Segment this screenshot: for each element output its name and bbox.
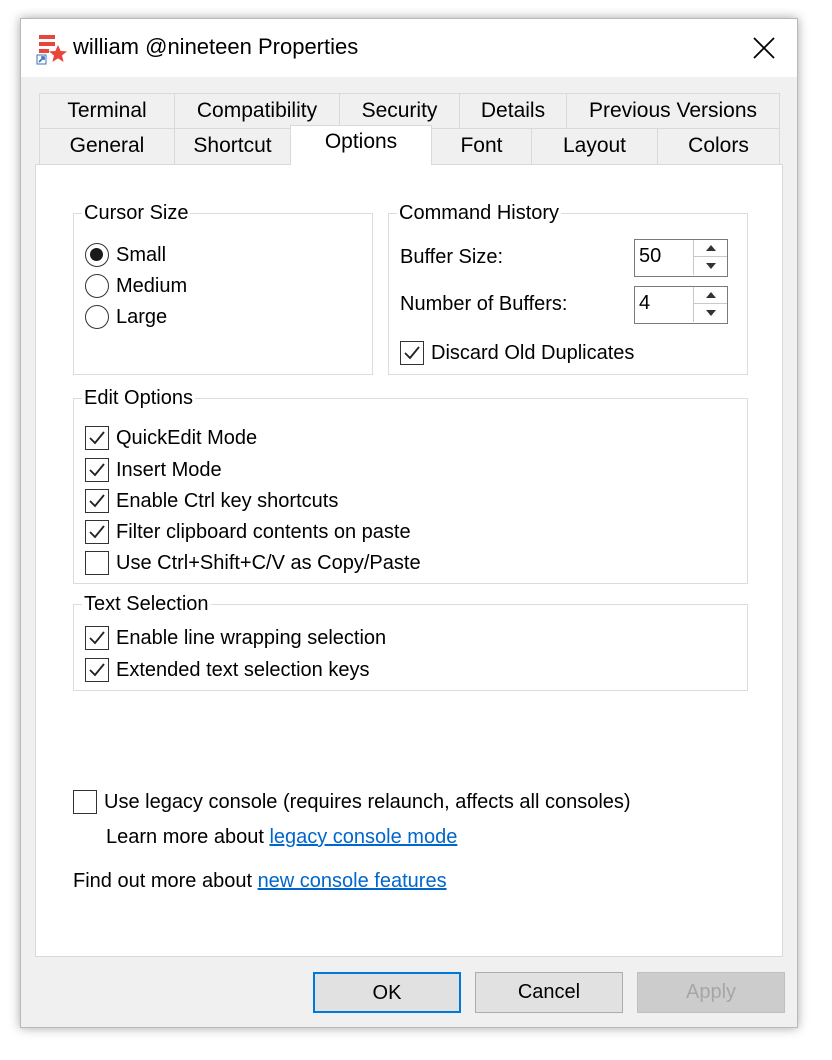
- num-buffers-label: Number of Buffers:: [400, 293, 568, 315]
- line-wrap-selection-checkbox[interactable]: Enable line wrapping selection: [85, 624, 386, 652]
- find-more-line: Find out more about new console features: [73, 870, 447, 893]
- properties-dialog: william @nineteen Properties Terminal Co…: [20, 18, 798, 1028]
- tab-previous-versions[interactable]: Previous Versions: [566, 93, 780, 129]
- checkmark-icon: [89, 431, 105, 445]
- checkbox[interactable]: [85, 626, 109, 650]
- window-title: william @nineteen Properties: [73, 34, 359, 59]
- buffer-size-value[interactable]: 50: [639, 245, 661, 268]
- checkbox-label: Use Ctrl+Shift+C/V as Copy/Paste: [116, 551, 421, 574]
- buffer-size-spinner[interactable]: 50: [634, 239, 728, 277]
- checkmark-icon: [404, 346, 420, 360]
- radio-small[interactable]: Small: [85, 241, 166, 269]
- checkbox[interactable]: [85, 658, 109, 682]
- text-selection-group: Text Selection Enable line wrapping sele…: [73, 591, 748, 691]
- checkmark-icon: [89, 463, 105, 477]
- up-arrow-icon: [705, 292, 716, 298]
- cursor-size-group: Cursor Size Small Medium Large: [73, 200, 373, 375]
- checkmark-icon: [89, 631, 105, 645]
- cancel-button[interactable]: Cancel: [475, 972, 623, 1013]
- new-console-features-link[interactable]: new console features: [258, 870, 447, 892]
- checkmark-icon: [89, 494, 105, 508]
- checkbox-label: Extended text selection keys: [116, 658, 370, 681]
- checkbox-label: Use legacy console (requires relaunch, a…: [104, 790, 631, 813]
- radio-button[interactable]: [85, 243, 109, 267]
- checkbox[interactable]: [85, 458, 109, 482]
- ctrl-shift-copy-paste-checkbox[interactable]: Use Ctrl+Shift+C/V as Copy/Paste: [85, 549, 421, 577]
- tab-compatibility[interactable]: Compatibility: [174, 93, 340, 129]
- checkbox-label: Discard Old Duplicates: [431, 341, 635, 364]
- discard-duplicates-checkbox[interactable]: Discard Old Duplicates: [400, 339, 634, 367]
- radio-button[interactable]: [85, 274, 109, 298]
- spin-buttons: [693, 287, 727, 322]
- title-bar: william @nineteen Properties: [21, 19, 797, 77]
- increment-button[interactable]: [694, 240, 727, 257]
- ok-button[interactable]: OK: [313, 972, 461, 1013]
- legacy-console-mode-link[interactable]: legacy console mode: [269, 826, 457, 848]
- edit-options-group: Edit Options QuickEdit Mode Insert Mode …: [73, 385, 748, 584]
- checkmark-icon: [89, 525, 105, 539]
- radio-label: Small: [116, 243, 167, 266]
- checkbox[interactable]: [85, 489, 109, 513]
- learn-more-text: Learn more about: [106, 826, 270, 848]
- apply-button[interactable]: Apply: [637, 972, 785, 1013]
- increment-button[interactable]: [694, 287, 727, 304]
- tab-details[interactable]: Details: [459, 93, 567, 129]
- radio-label: Medium: [116, 274, 188, 297]
- close-button[interactable]: [731, 19, 797, 77]
- tab-shortcut[interactable]: Shortcut: [174, 128, 291, 165]
- checkbox-label: Enable Ctrl key shortcuts: [116, 489, 339, 512]
- tab-colors[interactable]: Colors: [657, 128, 780, 165]
- quickedit-checkbox[interactable]: QuickEdit Mode: [85, 424, 257, 452]
- command-history-group: Command History Buffer Size: 50 Number o…: [388, 200, 748, 375]
- options-panel: Cursor Size Small Medium Large Command H…: [35, 164, 783, 957]
- checkbox[interactable]: [85, 426, 109, 450]
- tab-security[interactable]: Security: [339, 93, 460, 129]
- checkbox-label: QuickEdit Mode: [116, 426, 258, 449]
- close-icon: [753, 37, 775, 59]
- decrement-button[interactable]: [694, 257, 727, 274]
- radio-large[interactable]: Large: [85, 303, 167, 331]
- find-more-text: Find out more about: [73, 870, 258, 892]
- checkbox[interactable]: [85, 520, 109, 544]
- edit-options-legend: Edit Options: [82, 385, 195, 411]
- spin-buttons: [693, 240, 727, 275]
- up-arrow-icon: [705, 245, 716, 251]
- down-arrow-icon: [705, 309, 716, 316]
- ctrl-shortcuts-checkbox[interactable]: Enable Ctrl key shortcuts: [85, 487, 338, 515]
- buffer-size-label: Buffer Size:: [400, 246, 504, 268]
- tab-general[interactable]: General: [39, 128, 175, 165]
- checkbox[interactable]: [73, 790, 97, 814]
- num-buffers-value[interactable]: 4: [639, 292, 650, 315]
- checkbox-label: Insert Mode: [116, 458, 222, 481]
- extended-selection-keys-checkbox[interactable]: Extended text selection keys: [85, 656, 369, 684]
- radio-button[interactable]: [85, 305, 109, 329]
- checkbox-label: Enable line wrapping selection: [116, 626, 387, 649]
- legacy-console-checkbox[interactable]: Use legacy console (requires relaunch, a…: [73, 788, 631, 816]
- insert-mode-checkbox[interactable]: Insert Mode: [85, 456, 222, 484]
- checkbox-label: Filter clipboard contents on paste: [116, 520, 411, 543]
- cursor-size-legend: Cursor Size: [82, 200, 191, 226]
- learn-more-line: Learn more about legacy console mode: [106, 826, 457, 849]
- radio-medium[interactable]: Medium: [85, 272, 187, 300]
- radio-label: Large: [116, 305, 168, 328]
- tab-font[interactable]: Font: [431, 128, 532, 165]
- tab-terminal[interactable]: Terminal: [39, 93, 175, 129]
- checkbox[interactable]: [85, 551, 109, 575]
- command-history-legend: Command History: [397, 200, 562, 226]
- num-buffers-spinner[interactable]: 4: [634, 286, 728, 324]
- checkbox[interactable]: [400, 341, 424, 365]
- down-arrow-icon: [705, 262, 716, 269]
- checkmark-icon: [89, 663, 105, 677]
- filter-clipboard-checkbox[interactable]: Filter clipboard contents on paste: [85, 518, 411, 546]
- console-app-icon: [36, 35, 67, 65]
- decrement-button[interactable]: [694, 304, 727, 321]
- tab-layout[interactable]: Layout: [531, 128, 658, 165]
- tab-options[interactable]: Options: [290, 125, 432, 165]
- text-selection-legend: Text Selection: [82, 591, 211, 617]
